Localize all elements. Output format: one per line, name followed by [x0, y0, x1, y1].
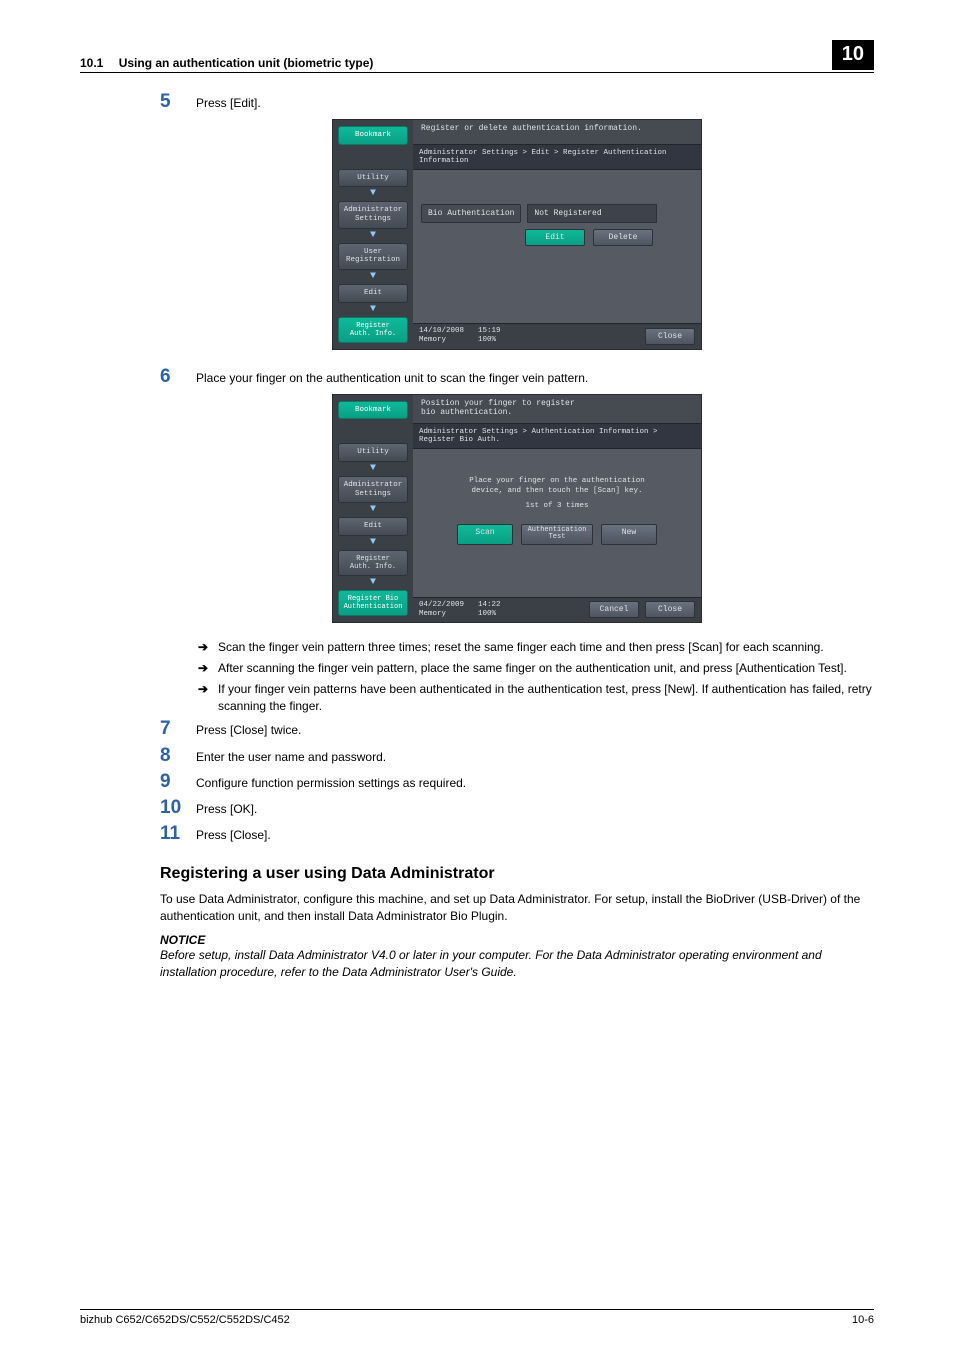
admin-settings-button[interactable]: Administrator Settings [338, 476, 408, 503]
arrow-right-icon: ➔ [198, 639, 218, 656]
register-auth-info-button[interactable]: Register Auth. Info. [338, 550, 408, 576]
notice-text: Before setup, install Data Administrator… [160, 947, 874, 981]
delete-button[interactable]: Delete [593, 229, 653, 246]
scan-button[interactable]: Scan [457, 524, 513, 545]
panel-date: 14/10/2008 [419, 327, 464, 336]
arrow-right-icon: ➔ [198, 660, 218, 677]
edit-nav-button[interactable]: Edit [338, 284, 408, 303]
chevron-down-icon: ▼ [370, 507, 376, 513]
bookmark-button[interactable]: Bookmark [338, 126, 408, 145]
step-text: Press [Edit]. [196, 91, 261, 111]
instruction-text: Place your finger on the authentication … [421, 477, 693, 497]
memory-value: 100% [478, 610, 501, 619]
panel-message: Position your finger to register bio aut… [413, 395, 701, 423]
breadcrumb: Administrator Settings > Edit > Register… [413, 144, 701, 170]
panel-date: 04/22/2009 [419, 601, 464, 610]
user-registration-button[interactable]: User Registration [338, 243, 408, 270]
memory-value: 100% [478, 336, 501, 345]
chevron-down-icon: ▼ [370, 191, 376, 197]
section-title: Using an authentication unit (biometric … [119, 56, 374, 70]
bio-auth-label: Bio Authentication [421, 204, 521, 223]
new-button[interactable]: New [601, 524, 657, 545]
screenshot-panel-1: Bookmark Utility ▼ Administrator Setting… [332, 119, 702, 349]
body-paragraph: To use Data Administrator, configure thi… [160, 891, 874, 925]
step-number: 6 [160, 366, 196, 386]
close-button[interactable]: Close [645, 328, 695, 345]
chevron-down-icon: ▼ [370, 307, 376, 313]
step-text: Press [Close]. [196, 823, 271, 843]
header-left: 10.1 Using an authentication unit (biome… [80, 56, 373, 70]
arrow-right-icon: ➔ [198, 681, 218, 715]
step-text: Press [OK]. [196, 797, 257, 817]
breadcrumb: Administrator Settings > Authentication … [413, 423, 701, 449]
register-bio-auth-button[interactable]: Register Bio Authentication [338, 590, 408, 616]
step-text: Press [Close] twice. [196, 718, 301, 738]
chevron-down-icon: ▼ [370, 274, 376, 280]
chevron-down-icon: ▼ [370, 466, 376, 472]
panel-time: 15:19 [478, 327, 501, 336]
step-text: Enter the user name and password. [196, 745, 386, 765]
step-number: 11 [160, 823, 196, 843]
register-auth-info-button[interactable]: Register Auth. Info. [338, 317, 408, 343]
footer-page: 10-6 [852, 1314, 874, 1326]
close-button[interactable]: Close [645, 601, 695, 618]
step-text: Place your finger on the authentication … [196, 366, 588, 386]
chevron-down-icon: ▼ [370, 233, 376, 239]
step-number: 8 [160, 745, 196, 765]
chevron-down-icon: ▼ [370, 580, 376, 586]
admin-settings-button[interactable]: Administrator Settings [338, 201, 408, 228]
step-number: 7 [160, 718, 196, 738]
utility-button[interactable]: Utility [338, 443, 408, 462]
step-text: Configure function permission settings a… [196, 771, 466, 791]
bullet-text: After scanning the finger vein pattern, … [218, 660, 847, 677]
step-number: 9 [160, 771, 196, 791]
notice-heading: NOTICE [160, 933, 874, 947]
auth-test-button[interactable]: Authentication Test [521, 524, 593, 545]
chevron-down-icon: ▼ [370, 540, 376, 546]
scan-count-text: 1st of 3 times [421, 502, 693, 512]
bullet-text: If your finger vein patterns have been a… [218, 681, 874, 715]
edit-nav-button[interactable]: Edit [338, 517, 408, 536]
screenshot-panel-2: Bookmark Utility ▼ Administrator Setting… [332, 394, 702, 623]
section-number: 10.1 [80, 56, 103, 70]
subsection-heading: Registering a user using Data Administra… [160, 865, 874, 883]
bullet-text: Scan the finger vein pattern three times… [218, 639, 824, 656]
panel-message: Register or delete authentication inform… [413, 120, 701, 144]
memory-label: Memory [419, 336, 464, 345]
step-number: 10 [160, 797, 196, 817]
chapter-badge: 10 [832, 40, 874, 70]
memory-label: Memory [419, 610, 464, 619]
utility-button[interactable]: Utility [338, 169, 408, 188]
cancel-button[interactable]: Cancel [589, 601, 639, 618]
step-number: 5 [160, 91, 196, 111]
bio-auth-status: Not Registered [527, 204, 657, 223]
panel-time: 14:22 [478, 601, 501, 610]
bookmark-button[interactable]: Bookmark [338, 401, 408, 420]
footer-model: bizhub C652/C652DS/C552/C552DS/C452 [80, 1314, 290, 1326]
edit-button[interactable]: Edit [525, 229, 585, 246]
